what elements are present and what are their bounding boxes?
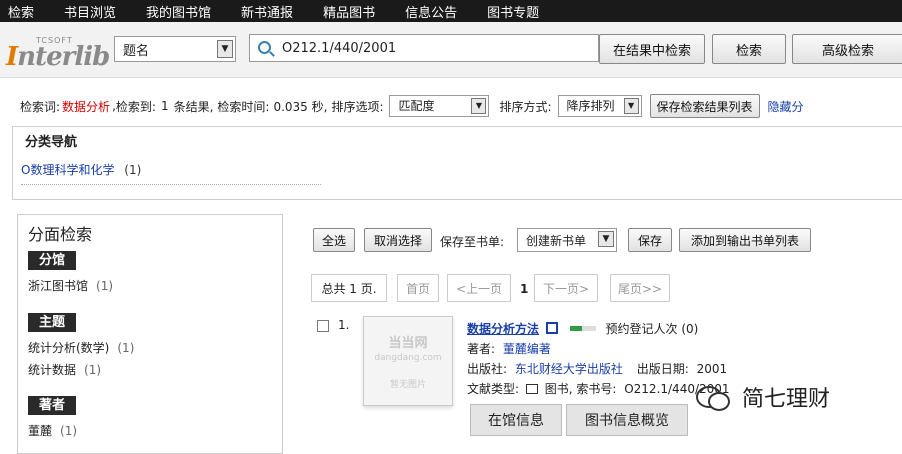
nav-my-library[interactable]: 我的图书馆 bbox=[138, 2, 211, 21]
pager-last[interactable]: 尾页>> bbox=[610, 274, 670, 302]
top-nav: 检索 书目浏览 我的图书馆 新书通报 精品图书 信息公告 图书专题 bbox=[0, 0, 902, 22]
save-button[interactable]: 保存 bbox=[628, 228, 672, 252]
add-to-output-button[interactable]: 添加到输出书单列表 bbox=[679, 228, 811, 252]
wechat-icon bbox=[696, 384, 732, 411]
result-count: 1 bbox=[160, 99, 169, 113]
nav-new-books[interactable]: 新书通报 bbox=[233, 2, 293, 21]
pager-prev[interactable]: <上一页 bbox=[447, 274, 511, 302]
save-results-button[interactable]: 保存检索结果列表 bbox=[649, 94, 760, 118]
reserve-bar bbox=[569, 326, 596, 331]
nav-topics[interactable]: 图书专题 bbox=[479, 2, 539, 21]
facet-item[interactable]: 统计数据 (1) bbox=[28, 361, 101, 378]
facet-title: 分面检索 bbox=[28, 225, 93, 244]
pager-next[interactable]: 下一页> bbox=[534, 274, 598, 302]
watermark: 简七理财 bbox=[696, 372, 896, 422]
facet-item[interactable]: 统计分析(数学) (1) bbox=[28, 339, 134, 356]
search-info-bar: 检索词: 数据分析 , 检索到: 1 条结果, 检索时间: 0.035 秒, 排… bbox=[0, 88, 902, 124]
search-icon bbox=[258, 41, 271, 54]
advanced-search-button[interactable]: 高级检索 bbox=[792, 34, 902, 64]
search-bar: TCSOFT Interlib 题名 ▼ O212.1/440/2001 在结果… bbox=[0, 22, 902, 78]
chevron-down-icon: ▼ bbox=[471, 98, 487, 114]
facet-head-author: 著者 bbox=[28, 396, 77, 415]
tab-overview[interactable]: 图书信息概览 bbox=[566, 404, 688, 436]
publisher-link[interactable]: 东北财经大学出版社 bbox=[515, 362, 623, 376]
search-input[interactable]: O212.1/440/2001 bbox=[249, 34, 599, 62]
save-to-label: 保存至书单: bbox=[440, 235, 505, 249]
nav-search[interactable]: 检索 bbox=[0, 2, 34, 21]
facet-item[interactable]: 董麓 (1) bbox=[28, 422, 77, 439]
facet-item[interactable]: 浙江图书馆 (1) bbox=[28, 277, 113, 294]
result-title-link[interactable]: 数据分析方法 bbox=[467, 322, 539, 336]
book-cover-placeholder: 当当网 dangdang.com 暂无图片 bbox=[363, 316, 453, 406]
sort-order-select[interactable]: 降序排列 ▼ bbox=[557, 95, 642, 117]
category-link[interactable]: O数理科学和化学 (1) bbox=[21, 161, 321, 185]
facet-head-subject: 主题 bbox=[28, 313, 77, 332]
facet-head-branch: 分馆 bbox=[28, 251, 77, 270]
nav-featured[interactable]: 精品图书 bbox=[315, 2, 375, 21]
search-button[interactable]: 检索 bbox=[712, 34, 786, 64]
search-within-button[interactable]: 在结果中检索 bbox=[599, 34, 705, 64]
reserve-count: 预约登记人次 (0) bbox=[605, 322, 699, 336]
pager-total: 总共 1 页. bbox=[311, 274, 387, 302]
chevron-down-icon: ▼ bbox=[598, 231, 614, 247]
pager-current: 1 bbox=[520, 282, 529, 296]
tab-holdings[interactable]: 在馆信息 bbox=[470, 404, 562, 436]
select-all-button[interactable]: 全选 bbox=[313, 228, 355, 252]
result-index: 1. bbox=[338, 318, 350, 332]
search-time: 0.035 秒, bbox=[273, 99, 328, 114]
nav-browse[interactable]: 书目浏览 bbox=[56, 2, 116, 21]
query-term: 数据分析 bbox=[62, 99, 111, 114]
hide-link[interactable]: 隐藏分 bbox=[768, 98, 804, 115]
nav-announcements[interactable]: 信息公告 bbox=[397, 2, 457, 21]
chevron-down-icon: ▼ bbox=[623, 98, 639, 114]
interlib-logo: TCSOFT Interlib bbox=[6, 36, 110, 72]
result-checkbox[interactable] bbox=[317, 320, 329, 332]
search-field-select[interactable]: 题名 ▼ bbox=[114, 36, 236, 62]
chevron-down-icon: ▼ bbox=[217, 40, 233, 58]
cancel-selection-button[interactable]: 取消选择 bbox=[364, 228, 432, 252]
sort-option-select[interactable]: 匹配度 ▼ bbox=[389, 95, 490, 117]
category-nav: 分类导航 O数理科学和化学 (1) bbox=[12, 126, 902, 200]
external-link-icon[interactable] bbox=[545, 322, 558, 334]
pager-first[interactable]: 首页 bbox=[397, 274, 439, 302]
facet-panel: 分面检索 分馆 浙江图书馆 (1) 主题 统计分析(数学) (1) 统计数据 (1) … bbox=[17, 214, 283, 454]
category-title: 分类导航 bbox=[25, 135, 78, 150]
author-link[interactable]: 董麓编著 bbox=[503, 342, 551, 356]
booklist-select[interactable]: 创建新书单 ▼ bbox=[517, 228, 617, 252]
book-icon bbox=[525, 384, 538, 394]
